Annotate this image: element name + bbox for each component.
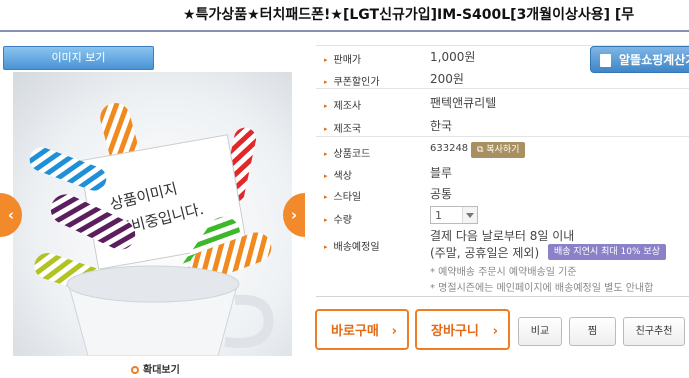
price-value: 1,000원 (430, 50, 476, 64)
code-label: ▸ 상품코드 (324, 149, 371, 160)
chevron-right-icon: › (391, 324, 397, 339)
title-divider (0, 30, 689, 32)
copy-code-button[interactable]: ⧉ 복사하기 (471, 142, 526, 158)
delivery-value: 결제 다음 날로부터 8일 이내 (430, 229, 575, 243)
color-label: ▸ 색상 (324, 171, 352, 182)
delay-compensation-badge: 배송 지연시 최대 10% 보상 (548, 244, 666, 260)
image-view-tab[interactable]: 이미지 보기 (3, 46, 154, 70)
wishlist-button[interactable]: 찜 (569, 317, 616, 346)
candy-cup-illustration: 상품이미지 준비중입니다. (29, 103, 274, 356)
buy-now-button[interactable]: 바로구매 › (315, 309, 409, 350)
country-label: ▸ 제조국 (324, 124, 362, 135)
divider (316, 136, 689, 137)
maker-value: 팬텍앤큐리텔 (430, 96, 497, 110)
style-value: 공통 (430, 187, 453, 201)
qty-label: ▸ 수량 (324, 215, 352, 226)
product-title: ★특가상품★터치패드폰!★[LGT신규가입]IM-S400L[3개월이상사용] … (183, 7, 635, 23)
delivery-note: * 명절시즌에는 메인페이지에 배송예정일 별도 안내합 (430, 283, 654, 294)
coupon-label: ▸ 쿠폰할인가 (324, 77, 380, 88)
quantity-select[interactable]: 1 (430, 206, 478, 224)
maker-label: ▸ 제조사 (324, 101, 362, 112)
compare-button[interactable]: 비교 (518, 317, 562, 346)
chevron-down-icon (462, 207, 477, 223)
chevron-right-icon: › (492, 324, 498, 339)
delivery-label: ▸ 배송예정일 (324, 242, 380, 253)
shopping-calculator-button[interactable]: 알뜰쇼핑계산기 (590, 46, 689, 73)
style-label: ▸ 스타일 (324, 192, 362, 203)
add-to-cart-button[interactable]: 장바구니 › (415, 309, 510, 350)
buttons-divider (316, 296, 689, 297)
code-value: 633248 (430, 143, 469, 154)
delivery-note: * 예약배송 주문시 예약배송일 기준 (430, 267, 577, 278)
zoom-link[interactable]: 확대보기 (131, 364, 180, 378)
coupon-value: 200원 (430, 72, 464, 86)
price-label: ▸ 판매가 (324, 55, 362, 66)
recommend-friend-button[interactable]: 친구추천 (623, 317, 685, 346)
product-image: 상품이미지 준비중입니다. (13, 72, 292, 356)
magnifier-icon (131, 366, 139, 374)
zoom-label: 확대보기 (143, 365, 180, 376)
calculator-icon (600, 54, 611, 67)
color-value: 블루 (430, 166, 453, 180)
divider (316, 88, 689, 89)
country-value: 한국 (430, 119, 453, 133)
delivery-exclusion: (주말, 공휴일은 제외) (430, 246, 540, 260)
